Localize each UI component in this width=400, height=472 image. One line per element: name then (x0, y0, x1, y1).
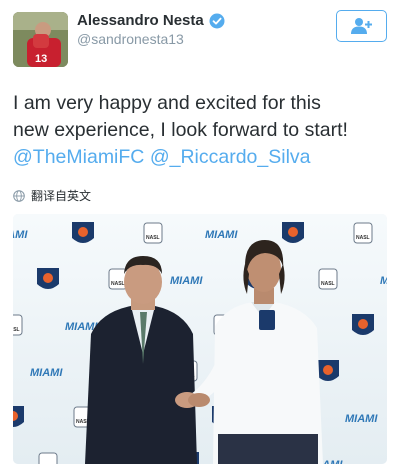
verified-badge-icon (209, 13, 225, 28)
handshake (175, 392, 210, 408)
backdrop-nasl-label: NASL (111, 281, 125, 287)
backdrop-nasl-label: NASL (356, 235, 370, 241)
globe-icon (13, 189, 25, 202)
tweet-mentions: @TheMiamiFC @_Riccardo_Silva (13, 144, 393, 171)
mention-link-riccardo-silva[interactable]: @_Riccardo_Silva (150, 146, 311, 168)
backdrop-miami-wordmark: MIAMI (170, 275, 203, 287)
avatar-jersey-number: 13 (35, 53, 47, 65)
backdrop-miami-wordmark: MIAMI (13, 229, 28, 241)
tweet-text: I am very happy and excited for this new… (13, 90, 393, 171)
display-name[interactable]: Alessandro Nesta (77, 12, 204, 29)
backdrop-nasl-label: NASL (321, 281, 335, 287)
backdrop-crest-ball (288, 227, 298, 237)
person-add-icon (350, 18, 372, 34)
backdrop-miami-wordmark: MIAMI (205, 229, 238, 241)
backdrop-nasl-label: NASL (146, 235, 160, 241)
translate-link[interactable]: 翻译自英文 (13, 187, 91, 204)
backdrop-crest-ball (43, 273, 53, 283)
mention-link-themiamifc[interactable]: @TheMiamiFC (13, 146, 144, 168)
user-name-row: Alessandro Nesta (77, 12, 225, 29)
photo-backdrop (13, 214, 387, 464)
tweet-line: I am very happy and excited for this (13, 92, 321, 114)
avatar[interactable]: 13 (13, 12, 68, 67)
tweet-photo[interactable]: MIAMI NASL MIAMI NASL NASL MIAMI NASL MIAMI NASL… (13, 214, 387, 464)
follow-button[interactable] (336, 10, 387, 42)
translate-label: 翻译自英文 (31, 189, 92, 203)
user-handle[interactable]: @sandronesta13 (77, 31, 184, 47)
backdrop-nasl-label: NASL (13, 327, 20, 333)
backdrop-miami-wordmark: MIAMI (30, 367, 63, 379)
backdrop-crest-ball (358, 319, 368, 329)
backdrop-nasl-badge (38, 452, 58, 464)
backdrop-miami-wordmark: MIAMI (345, 413, 378, 425)
tweet-line: new experience, I look forward to start! (13, 119, 348, 141)
backdrop-crest-ball (78, 227, 88, 237)
backdrop-miami-wordmark: MIAMI (380, 275, 387, 287)
backdrop-crest-ball (323, 365, 333, 375)
polo-badge (259, 310, 275, 330)
